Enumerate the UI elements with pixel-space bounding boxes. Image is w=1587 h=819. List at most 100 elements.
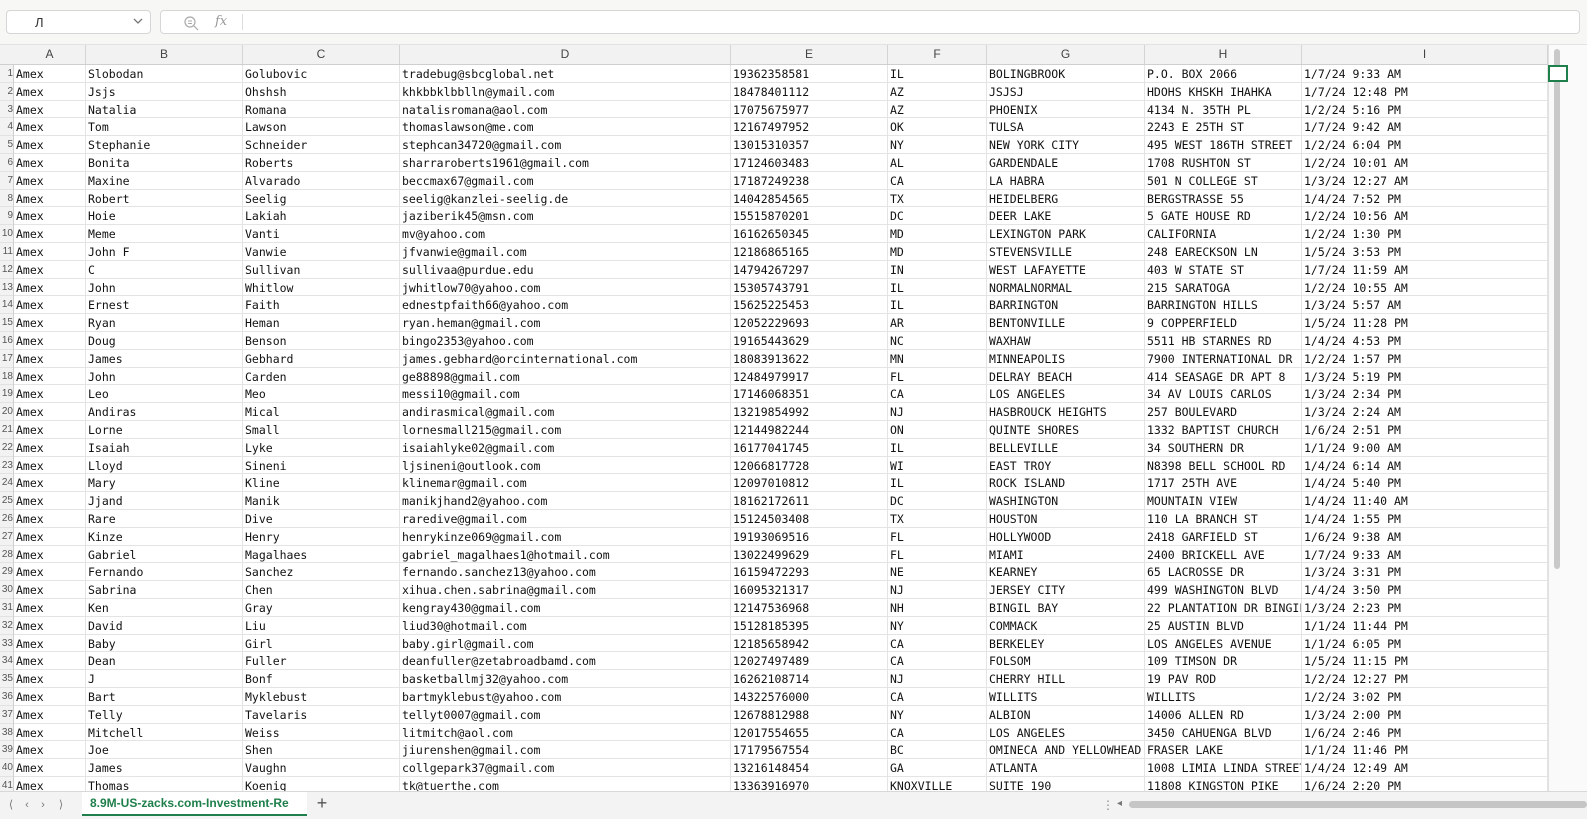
- cell-source[interactable]: Amex: [14, 670, 86, 688]
- cell-phone[interactable]: 14794267297: [731, 260, 888, 279]
- cell-last-name[interactable]: Koenig: [243, 777, 400, 791]
- horizontal-scrollbar[interactable]: ◂: [1117, 796, 1587, 812]
- cell-city[interactable]: BOLINGBROOK: [987, 65, 1145, 83]
- row-header[interactable]: 33: [0, 635, 13, 653]
- cell-address[interactable]: 34 SOUTHERN DR: [1145, 438, 1302, 457]
- cell-address[interactable]: MOUNTAIN VIEW: [1145, 492, 1302, 510]
- column-header-h[interactable]: H: [1145, 45, 1302, 64]
- cell-source[interactable]: Amex: [14, 332, 86, 350]
- cell-last-name[interactable]: Tavelaris: [243, 705, 400, 724]
- cell-source[interactable]: Amex: [14, 189, 86, 208]
- cell-first-name[interactable]: Tom: [86, 118, 243, 137]
- cell-phone[interactable]: 16162650345: [731, 225, 888, 243]
- cell-source[interactable]: Amex: [14, 777, 86, 791]
- cell-first-name[interactable]: Hoie: [86, 207, 243, 226]
- cell-email[interactable]: xihua.chen.sabrina@gmail.com: [400, 581, 731, 599]
- cell-city[interactable]: LEXINGTON PARK: [987, 225, 1145, 243]
- cell-first-name[interactable]: Andiras: [86, 403, 243, 421]
- cell-state[interactable]: NJ: [888, 403, 987, 421]
- cell-city[interactable]: LOS ANGELES: [987, 723, 1145, 742]
- cell-address[interactable]: 1332 BAPTIST CHURCH: [1145, 421, 1302, 439]
- cell-email[interactable]: tellyt0007@gmail.com: [400, 705, 731, 724]
- cell-state[interactable]: MD: [888, 243, 987, 261]
- cell-source[interactable]: Amex: [14, 154, 86, 172]
- cell-phone[interactable]: 14322576000: [731, 688, 888, 706]
- column-header-a[interactable]: A: [14, 45, 86, 64]
- cell-city[interactable]: COMMACK: [987, 616, 1145, 635]
- cell-timestamp[interactable]: 1/4/24 12:49 AM: [1302, 759, 1548, 777]
- first-sheet-icon[interactable]: ⟨: [4, 798, 18, 812]
- cell-city[interactable]: HOLLYWOOD: [987, 527, 1145, 546]
- cell-state[interactable]: IL: [888, 438, 987, 457]
- cell-state[interactable]: CA: [888, 171, 987, 190]
- row-header[interactable]: 13: [0, 279, 13, 297]
- cell-email[interactable]: ryan.heman@gmail.com: [400, 314, 731, 332]
- row-header[interactable]: 9: [0, 207, 13, 226]
- horizontal-scroll-thumb[interactable]: [1129, 801, 1587, 808]
- cell-email[interactable]: ge88898@gmail.com: [400, 367, 731, 386]
- cell-email[interactable]: ednestpfaith66@yahoo.com: [400, 296, 731, 315]
- cell-email[interactable]: jiurenshen@gmail.com: [400, 741, 731, 760]
- cell-source[interactable]: Amex: [14, 296, 86, 315]
- name-box[interactable]: Л: [6, 10, 151, 34]
- active-cell-indicator[interactable]: [1548, 65, 1568, 82]
- cell-last-name[interactable]: Carden: [243, 367, 400, 386]
- cell-timestamp[interactable]: 1/1/24 11:46 PM: [1302, 741, 1548, 760]
- cell-phone[interactable]: 12186865165: [731, 243, 888, 261]
- cell-address[interactable]: 14006 ALLEN RD: [1145, 705, 1302, 724]
- row-header[interactable]: 31: [0, 599, 13, 617]
- cell-state[interactable]: AZ: [888, 82, 987, 101]
- cell-email[interactable]: liud30@hotmail.com: [400, 616, 731, 635]
- cell-state[interactable]: NJ: [888, 670, 987, 688]
- cell-city[interactable]: SUITE 190: [987, 777, 1145, 791]
- column-header-c[interactable]: C: [243, 45, 400, 64]
- cell-city[interactable]: MIAMI: [987, 545, 1145, 564]
- cell-source[interactable]: Amex: [14, 260, 86, 279]
- row-header[interactable]: 8: [0, 190, 13, 208]
- cell-phone[interactable]: 12678812988: [731, 705, 888, 724]
- cell-city[interactable]: WILLITS: [987, 688, 1145, 706]
- cell-last-name[interactable]: Chen: [243, 581, 400, 599]
- cell-last-name[interactable]: Golubovic: [243, 65, 400, 83]
- cell-city[interactable]: PHOENIX: [987, 100, 1145, 119]
- cell-last-name[interactable]: Gray: [243, 599, 400, 617]
- cell-first-name[interactable]: Lorne: [86, 421, 243, 439]
- cell-timestamp[interactable]: 1/2/24 10:01 AM: [1302, 154, 1548, 172]
- cell-phone[interactable]: 17075675977: [731, 100, 888, 119]
- cell-phone[interactable]: 13219854992: [731, 403, 888, 421]
- cell-address[interactable]: 5511 HB STARNES RD: [1145, 332, 1302, 350]
- cell-state[interactable]: IL: [888, 474, 987, 493]
- cell-last-name[interactable]: Manik: [243, 492, 400, 510]
- row-header[interactable]: 21: [0, 421, 13, 439]
- cell-email[interactable]: collgepark37@gmail.com: [400, 759, 731, 777]
- cell-source[interactable]: Amex: [14, 474, 86, 493]
- cell-last-name[interactable]: Whitlow: [243, 278, 400, 297]
- cell-email[interactable]: lornesmall215@gmail.com: [400, 421, 731, 439]
- cell-address[interactable]: 248 EARECKSON LN: [1145, 243, 1302, 261]
- cell-state[interactable]: AR: [888, 314, 987, 332]
- cell-email[interactable]: manikjhand2@yahoo.com: [400, 492, 731, 510]
- cell-state[interactable]: GA: [888, 759, 987, 777]
- cell-phone[interactable]: 16159472293: [731, 563, 888, 582]
- cell-last-name[interactable]: Small: [243, 421, 400, 439]
- cell-last-name[interactable]: Mical: [243, 403, 400, 421]
- cell-address[interactable]: 65 LACROSSE DR: [1145, 563, 1302, 582]
- cell-phone[interactable]: 12017554655: [731, 723, 888, 742]
- cell-phone[interactable]: 12185658942: [731, 634, 888, 653]
- cell-timestamp[interactable]: 1/6/24 2:20 PM: [1302, 777, 1548, 791]
- cell-last-name[interactable]: Dive: [243, 510, 400, 528]
- vertical-scrollbar[interactable]: [1548, 45, 1587, 791]
- cell-address[interactable]: FRASER LAKE: [1145, 741, 1302, 760]
- cell-email[interactable]: andirasmical@gmail.com: [400, 403, 731, 421]
- cell-source[interactable]: Amex: [14, 314, 86, 332]
- cell-state[interactable]: CA: [888, 385, 987, 404]
- cell-state[interactable]: AL: [888, 154, 987, 172]
- row-header[interactable]: 37: [0, 706, 13, 724]
- cell-timestamp[interactable]: 1/4/24 3:50 PM: [1302, 581, 1548, 599]
- cell-first-name[interactable]: James: [86, 349, 243, 368]
- cell-address[interactable]: 257 BOULEVARD: [1145, 403, 1302, 421]
- cell-source[interactable]: Amex: [14, 438, 86, 457]
- cell-address[interactable]: 495 WEST 186TH STREET: [1145, 136, 1302, 154]
- cell-state[interactable]: AZ: [888, 100, 987, 119]
- cell-last-name[interactable]: Bonf: [243, 670, 400, 688]
